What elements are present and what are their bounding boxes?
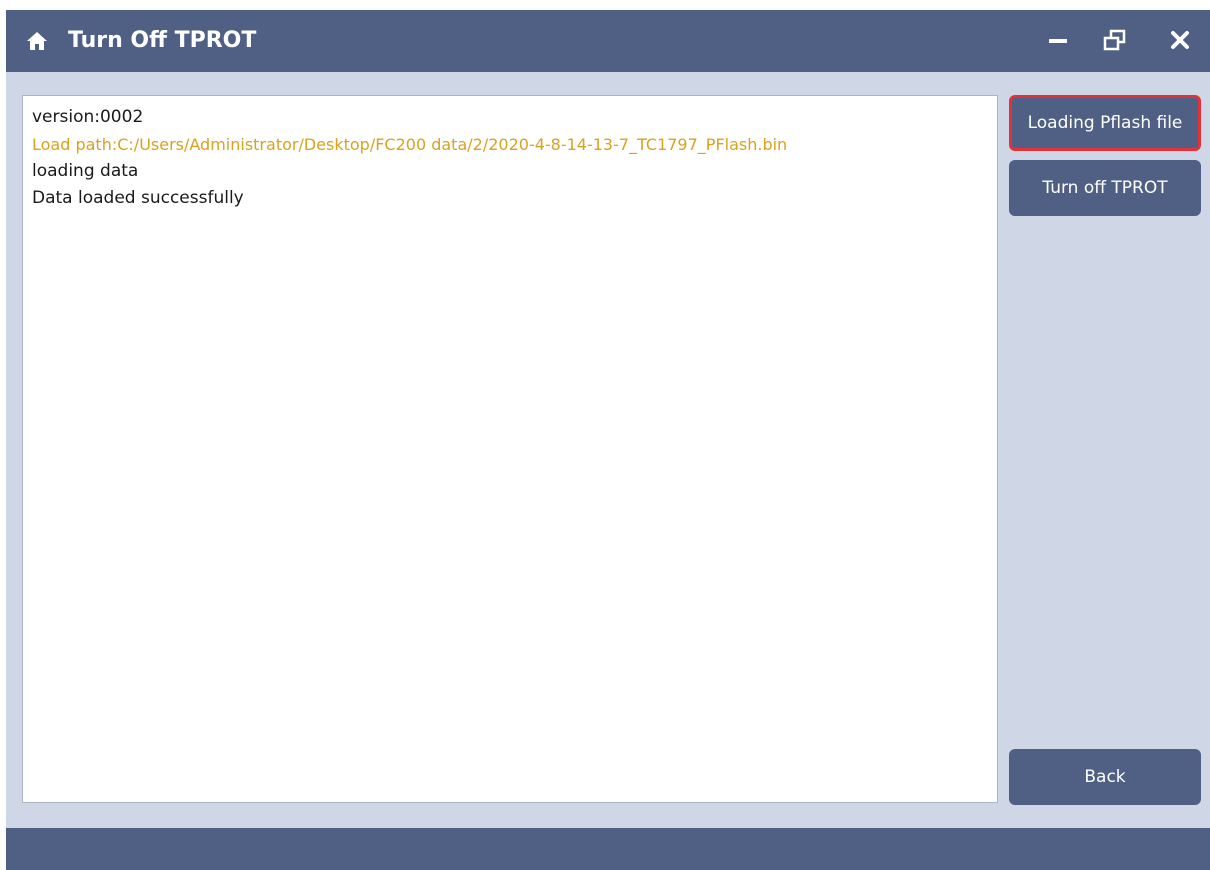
turn-off-tprot-window: Turn Off TPROT version:0002 Load path:C:… <box>6 10 1210 870</box>
title-bar: Turn Off TPROT <box>6 10 1210 72</box>
footer-bar <box>6 828 1210 870</box>
log-output-panel: version:0002 Load path:C:/Users/Administ… <box>22 95 998 803</box>
minimize-icon[interactable] <box>1046 28 1072 54</box>
turn-off-tprot-button[interactable]: Turn off TPROT <box>1009 160 1201 216</box>
load-pflash-file-button[interactable]: Loading Pflash file <box>1009 95 1201 151</box>
log-line-version: version:0002 <box>32 107 144 127</box>
log-line-success: Data loaded successfully <box>32 188 244 208</box>
home-icon <box>27 32 47 50</box>
close-icon[interactable] <box>1168 28 1194 54</box>
back-button[interactable]: Back <box>1009 749 1201 805</box>
window-title: Turn Off TPROT <box>68 28 257 53</box>
restore-window-icon[interactable] <box>1102 28 1128 54</box>
log-line-loading: loading data <box>32 161 139 181</box>
log-line-load-path: Load path:C:/Users/Administrator/Desktop… <box>32 135 788 154</box>
